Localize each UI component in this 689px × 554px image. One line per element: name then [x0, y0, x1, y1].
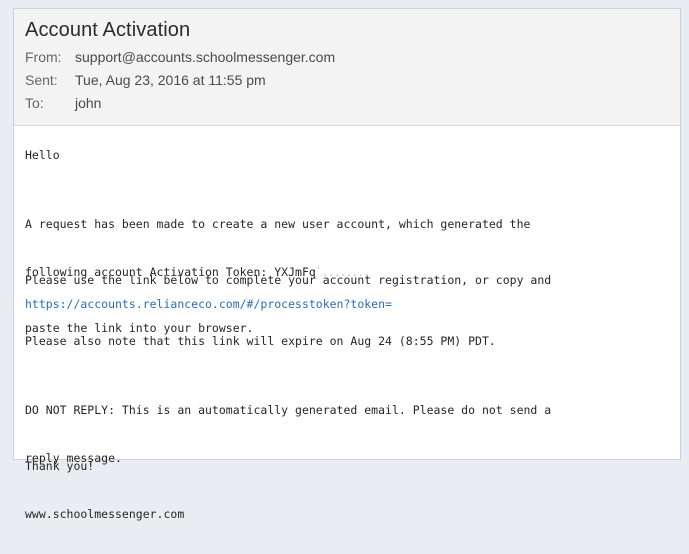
email-header: Account Activation From: support@accounts… — [14, 9, 680, 126]
noreply-line-1: DO NOT REPLY: This is an automatically g… — [25, 403, 552, 417]
signature-block: Thank you! www.schoolmessenger.com — [25, 426, 184, 554]
thanks-text: Thank you! — [25, 459, 95, 473]
from-label: From: — [25, 49, 62, 65]
to-row: To: john — [25, 95, 101, 111]
email-window: Account Activation From: support@accounts… — [13, 8, 681, 521]
link-intro-line-1: Please use the link below to complete yo… — [25, 273, 552, 287]
website-link[interactable]: www.schoolmessenger.com — [25, 506, 184, 522]
from-value[interactable]: support@accounts.schoolmessenger.com — [75, 49, 335, 65]
sent-value: Tue, Aug 23, 2016 at 11:55 pm — [75, 72, 266, 88]
from-row: From: support@accounts.schoolmessenger.co… — [25, 49, 335, 65]
request-line-1: A request has been made to create a new … — [25, 217, 531, 231]
expire-text: Please also note that this link will exp… — [25, 334, 496, 348]
sent-label: Sent: — [25, 72, 58, 88]
email-subject: Account Activation — [25, 19, 191, 41]
to-value[interactable]: john — [75, 95, 101, 111]
sent-row: Sent: Tue, Aug 23, 2016 at 11:55 pm — [25, 72, 266, 88]
to-label: To: — [25, 95, 44, 111]
activation-link[interactable]: https://accounts.relianceco.com/#/proces… — [25, 296, 392, 312]
greeting-text: Hello — [25, 148, 60, 162]
